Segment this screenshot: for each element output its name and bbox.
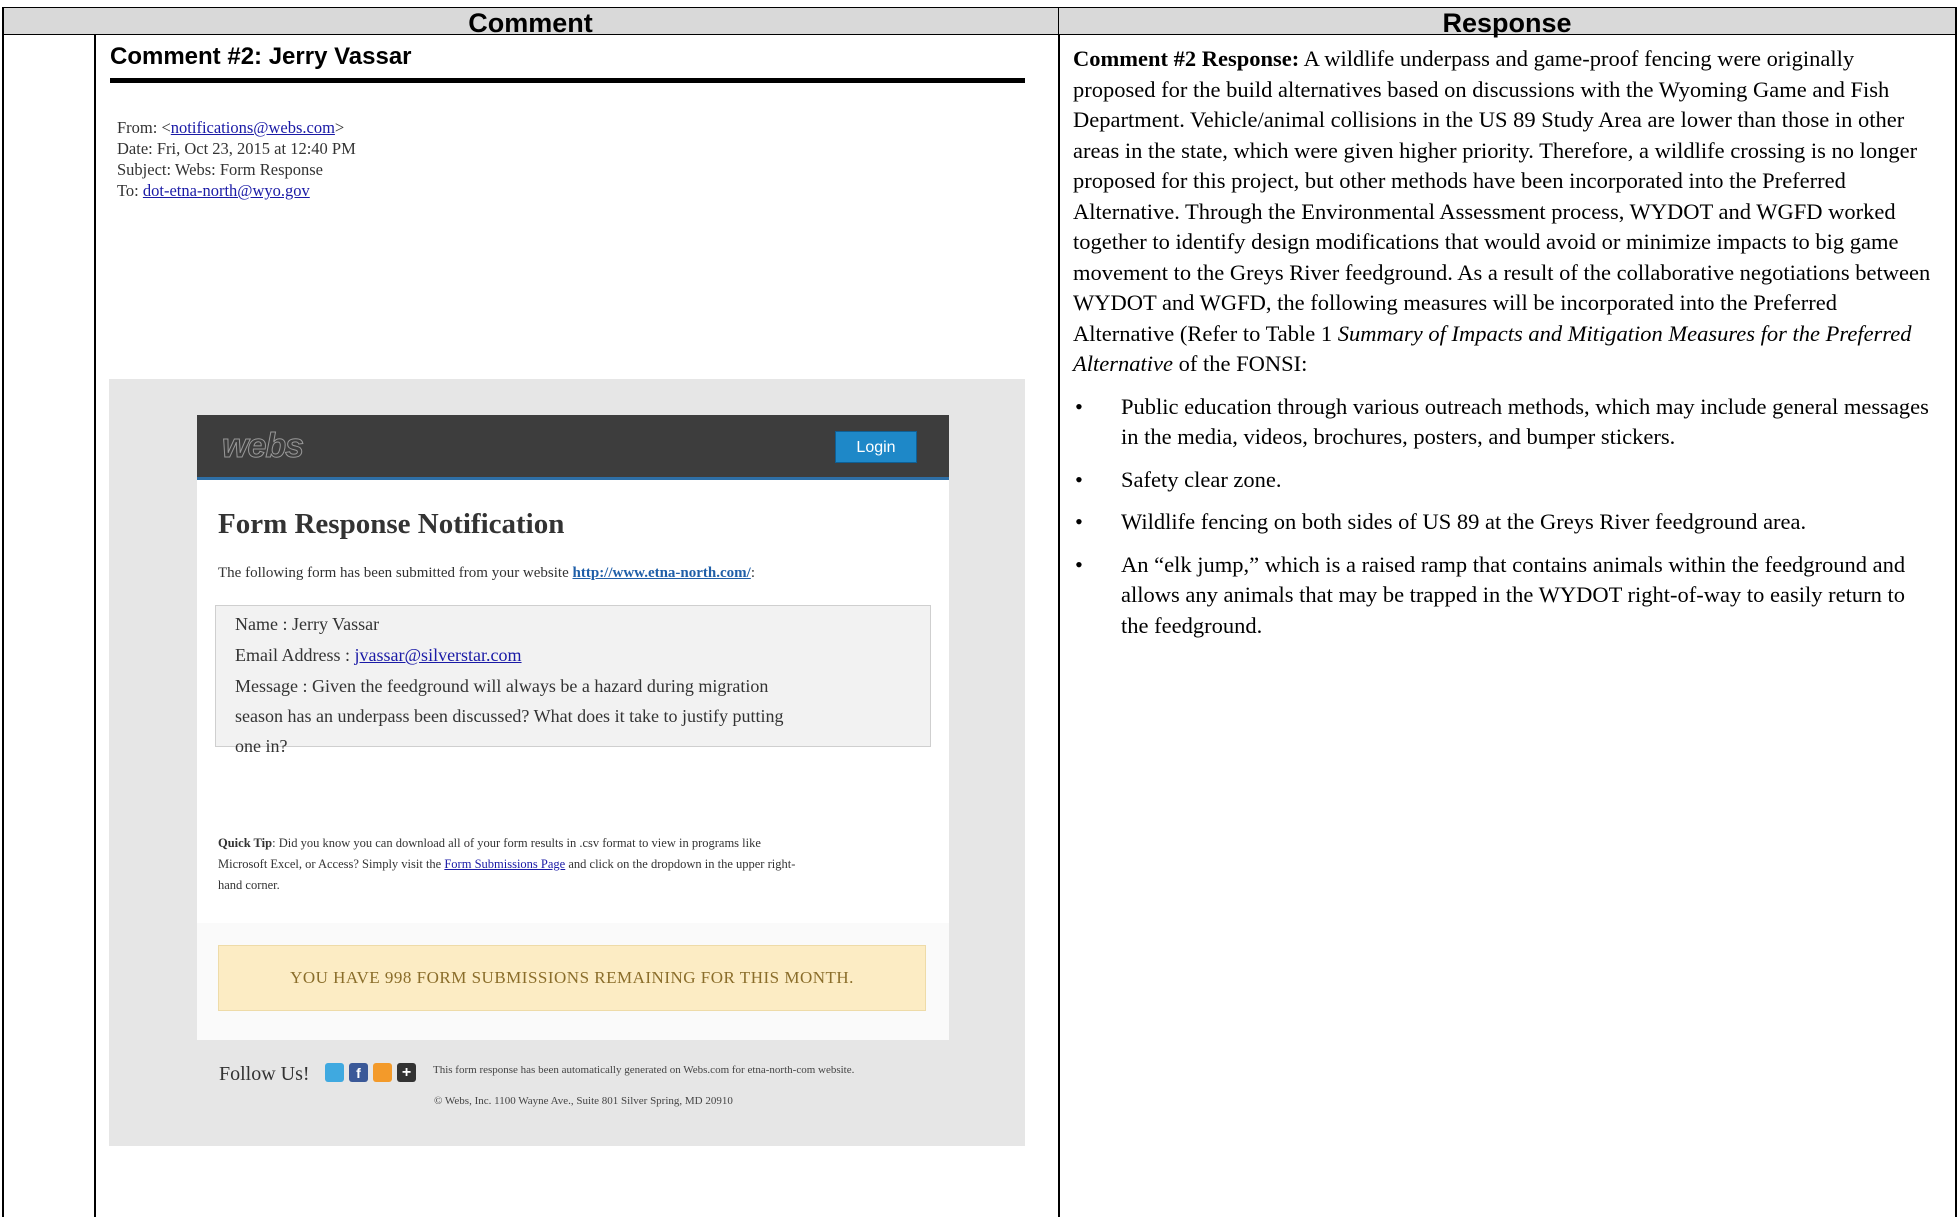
follow-us-label: Follow Us! — [219, 1063, 310, 1085]
form-intro: The following form has been submitted fr… — [218, 565, 756, 581]
field-name: Name : Jerry Vassar — [235, 614, 380, 634]
bullet-item: • Wildlife fencing on both sides of US 89… — [1075, 509, 1807, 534]
bullet-item: • Public education through various outrea… — [1075, 393, 1929, 450]
response-text: Comment #2 Response: A wildlife underpas… — [1073, 44, 1938, 641]
website-link[interactable]: http://www.etna-north.com/ — [573, 565, 751, 581]
header-accent-line — [197, 477, 949, 480]
email-from-line: From: <notifications@webs.com> — [117, 118, 345, 137]
footer-generated-note: This form response has been automaticall… — [433, 1064, 855, 1076]
webs-logo: webs — [221, 427, 304, 466]
field-message-line-1: Message : Given the feedground will alwa… — [235, 676, 769, 696]
rss-icon[interactable] — [373, 1063, 392, 1082]
column-divider — [1058, 35, 1060, 1217]
remaining-submissions-banner: YOU HAVE 998 FORM SUBMISSIONS REMAINING … — [218, 945, 926, 1011]
form-fields-box: Name : Jerry Vassar Email Address : jvas… — [215, 605, 931, 756]
header-comment: Comment — [2, 7, 1059, 38]
form-response-heading: Form Response Notification — [218, 508, 565, 540]
header-response: Response — [1058, 7, 1956, 38]
footer-address: © Webs, Inc. 1100 Wayne Ave., Suite 801 … — [434, 1095, 733, 1107]
row-divider-left — [94, 35, 96, 1217]
email-subject-line: Subject: Webs: Form Response — [117, 160, 323, 179]
response-paragraph: Comment #2 Response: A wildlife underpas… — [1073, 46, 1931, 376]
quick-tip: Quick Tip: Did you know you can download… — [218, 836, 796, 892]
bullet-item: • An “elk jump,” which is a raised ramp t… — [1075, 551, 1906, 638]
field-email: Email Address : jvassar@silverstar.com — [235, 645, 522, 665]
webs-header-bar: webs Login — [197, 415, 949, 477]
remaining-section: YOU HAVE 998 FORM SUBMISSIONS REMAINING … — [197, 923, 949, 1040]
email-date-line: Date: Fri, Oct 23, 2015 at 12:40 PM — [117, 139, 356, 158]
comment-title: Comment #2: Jerry Vassar — [110, 43, 412, 70]
email-screenshot: webs Login Form Response Notification Th… — [109, 379, 1025, 1146]
comment-title-rule — [110, 78, 1025, 83]
from-email-link[interactable]: notifications@webs.com — [171, 118, 335, 137]
email-header: From: <notifications@webs.com> Date: Fri… — [117, 117, 356, 201]
right-border — [1955, 7, 1957, 1217]
left-border — [2, 7, 4, 1217]
form-submissions-link[interactable]: Form Submissions Page — [444, 857, 565, 871]
field-message-line-2: season has an underpass been discussed? … — [235, 706, 784, 726]
twitter-icon[interactable] — [325, 1063, 344, 1082]
email-card: webs Login Form Response Notification Th… — [197, 415, 949, 1040]
facebook-icon[interactable]: f — [349, 1063, 368, 1082]
email-to-line: To: dot-etna-north@wyo.gov — [117, 181, 310, 200]
field-message-line-3: one in? — [235, 736, 288, 756]
to-email-link[interactable]: dot-etna-north@wyo.gov — [143, 181, 310, 200]
login-button[interactable]: Login — [835, 431, 917, 463]
submitter-email-link[interactable]: jvassar@silverstar.com — [355, 645, 522, 665]
plus-icon[interactable]: + — [397, 1063, 416, 1082]
bullet-item: • Safety clear zone. — [1075, 466, 1282, 492]
